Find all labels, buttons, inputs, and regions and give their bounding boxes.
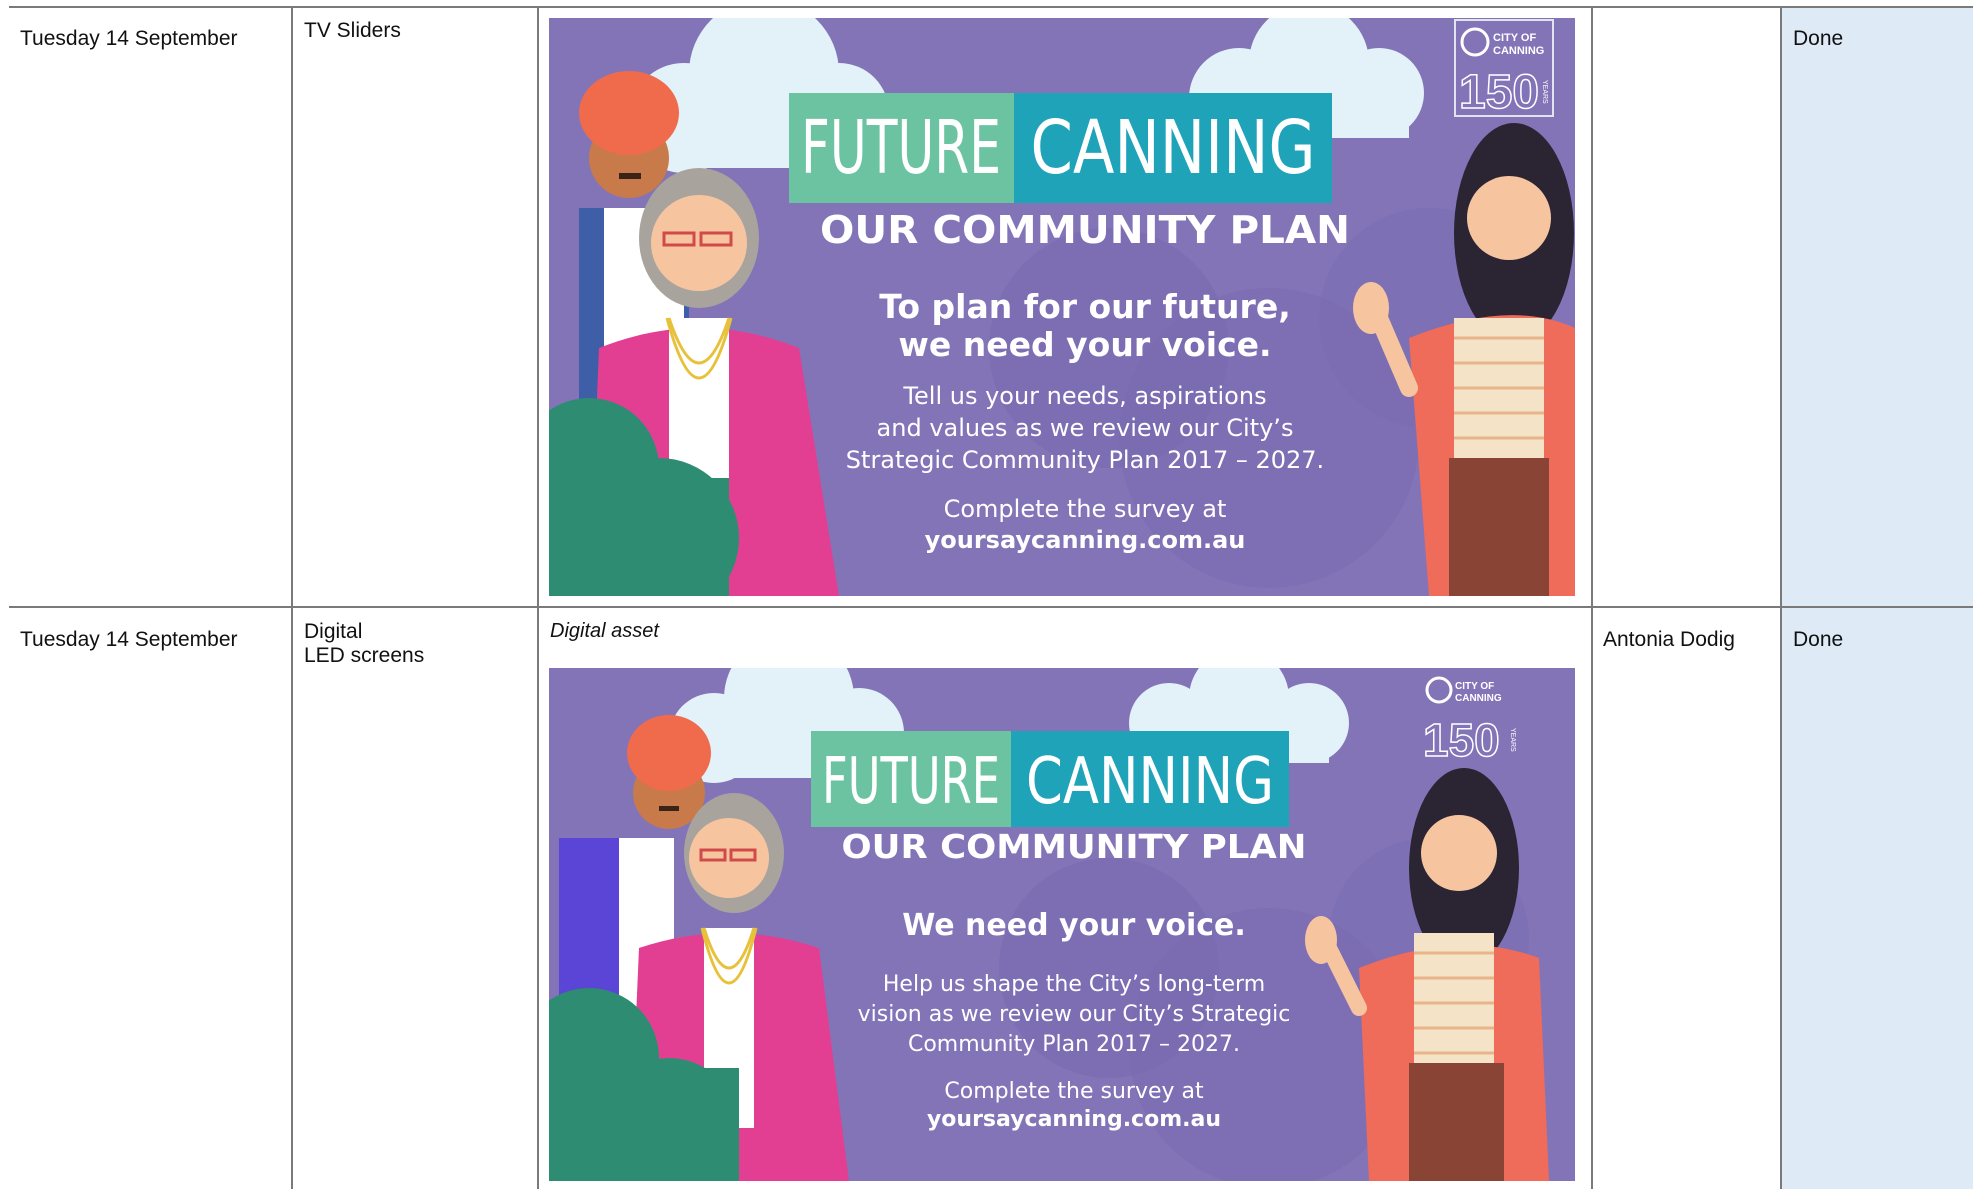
campaign-poster: CITY OF CANNING 150 YEARS FUTURE CANNING… (549, 668, 1575, 1181)
contact-cell: Antonia Dodig (1603, 628, 1735, 651)
poster-heading-line: To plan for our future, (879, 287, 1291, 326)
poster-title-left: FUTURE (822, 745, 1000, 819)
table-top-border (9, 6, 1973, 8)
channel-cell: Digital LED screens (304, 620, 425, 667)
poster-title-left: FUTURE (801, 105, 1001, 191)
logo-text: CITY OF (1455, 681, 1494, 692)
poster-subtitle: OUR COMMUNITY PLAN (842, 827, 1307, 866)
status-column-shade (1781, 7, 1973, 1189)
poster-subtitle: OUR COMMUNITY PLAN (820, 208, 1350, 252)
status-cell: Done (1793, 27, 1844, 50)
logo-years: YEARS (1541, 80, 1548, 104)
logo-number: 150 (1423, 714, 1500, 766)
poster-url: yoursaycanning.com.au (925, 526, 1246, 554)
poster-body-line: Tell us your needs, aspirations (902, 382, 1266, 410)
logo-years: YEARS (1509, 728, 1516, 752)
column-divider (1780, 6, 1782, 1189)
poster-heading-line: we need your voice. (898, 325, 1271, 364)
poster-title-right: CANNING (1026, 745, 1274, 819)
poster-url: yoursaycanning.com.au (927, 1107, 1221, 1132)
asset-caption: Digital asset (550, 620, 659, 642)
logo-text: CANNING (1493, 45, 1544, 57)
date-cell: Tuesday 14 September (20, 628, 238, 651)
poster-body-line: vision as we review our City’s Strategic (858, 1002, 1291, 1027)
poster-cta: Complete the survey at (944, 1079, 1204, 1104)
poster-cta: Complete the survey at (944, 495, 1227, 523)
poster-title-right: CANNING (1031, 105, 1316, 191)
poster-body-line: Strategic Community Plan 2017 – 2027. (846, 446, 1324, 474)
schedule-table: Tuesday 14 September TV Sliders Done CIT… (0, 0, 1973, 1189)
channel-cell: TV Sliders (304, 19, 401, 42)
logo-number: 150 (1459, 66, 1539, 119)
date-cell: Tuesday 14 September (20, 27, 238, 50)
poster-body-line: Community Plan 2017 – 2027. (908, 1032, 1240, 1057)
column-divider (1591, 6, 1593, 1189)
poster-heading-line: We need your voice. (902, 908, 1246, 943)
poster-body-line: Help us shape the City’s long-term (883, 972, 1265, 997)
row-divider (9, 606, 1973, 608)
campaign-poster: CITY OF CANNING 150 YEARS FUTURE CANNING… (549, 18, 1575, 596)
column-divider (291, 6, 293, 1189)
status-cell: Done (1793, 628, 1844, 651)
logo-text: CANNING (1455, 693, 1502, 704)
column-divider (537, 6, 539, 1189)
poster-body-line: and values as we review our City’s (877, 414, 1294, 442)
logo-text: CITY OF (1493, 32, 1536, 44)
